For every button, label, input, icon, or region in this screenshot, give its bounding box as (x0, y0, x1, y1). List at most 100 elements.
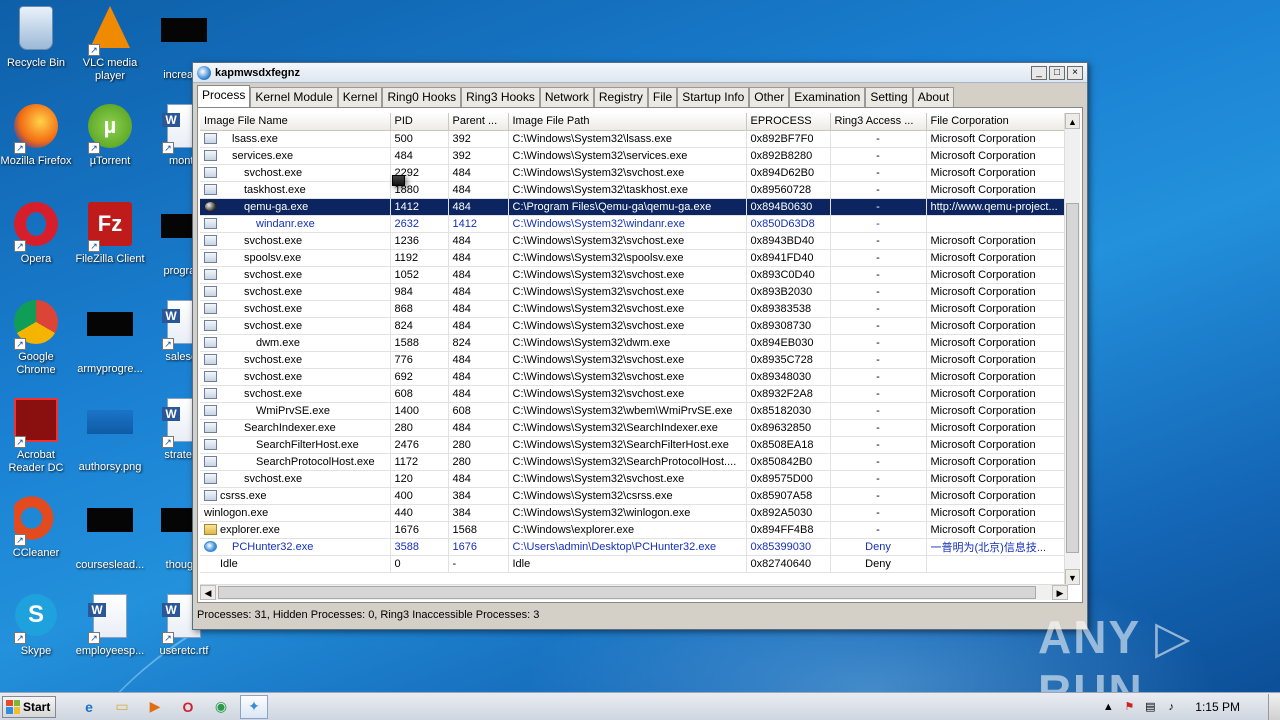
process-row[interactable]: svchost.exe 824 484 C:\Windows\System32\svc… (200, 317, 1068, 335)
scroll-right-icon[interactable]: ▶ (1052, 585, 1068, 600)
window-titlebar[interactable]: kapmwsdxfegnz _ □ × (193, 63, 1087, 83)
desktop-icon[interactable]: courseslead... (72, 496, 148, 572)
column-header[interactable]: Parent ... (448, 113, 509, 131)
desktop-icon-label: VLC media player (82, 57, 138, 82)
taskbar-ie-icon[interactable]: e (75, 695, 103, 719)
maximize-button[interactable]: □ (1049, 65, 1065, 80)
process-row[interactable]: svchost.exe 776 484 C:\Windows\System32\svc… (200, 351, 1068, 369)
tab-examination[interactable]: Examination (789, 87, 866, 107)
column-header[interactable]: Image File Path (508, 113, 747, 131)
process-name: SearchIndexer.exe (244, 421, 336, 434)
taskbar-pchunter-icon[interactable]: ✦ (240, 694, 268, 719)
tab-other[interactable]: Other (749, 87, 790, 107)
scroll-up-icon[interactable]: ▲ (1065, 113, 1080, 129)
column-header[interactable]: File Corporation (926, 113, 1068, 131)
process-row[interactable]: svchost.exe 608 484 C:\Windows\System32\svc… (200, 385, 1068, 403)
taskbar-opera-icon[interactable]: O (174, 695, 202, 719)
process-row[interactable]: spoolsv.exe 1192 484 C:\Windows\System32\sp… (200, 249, 1068, 267)
process-row[interactable]: WmiPrvSE.exe 1400 608 C:\Windows\System32\w… (200, 402, 1068, 420)
tray-expand-icon[interactable]: ▲ (1101, 700, 1115, 714)
black-file-icon (86, 312, 134, 360)
cell-pid: 1400 (390, 402, 449, 420)
desktop-icon[interactable]: µ ↗ µTorrent (72, 104, 148, 168)
cell-eproc: 0x89383538 (746, 300, 831, 318)
tab-process[interactable]: Process (197, 85, 251, 107)
tab-kernel[interactable]: Kernel (337, 87, 383, 107)
desktop-icon[interactable]: armyprogre... (72, 300, 148, 376)
desktop-icon[interactable]: ↗ VLC media player (72, 6, 148, 83)
cell-corp: http://www.qemu-project... (926, 198, 1068, 216)
clock[interactable]: 1:15 PM (1195, 700, 1240, 714)
cell-pid: 824 (390, 317, 449, 335)
process-row[interactable]: dwm.exe 1588 824 C:\Windows\System32\dwm.ex… (200, 334, 1068, 352)
minimize-button[interactable]: _ (1031, 65, 1047, 80)
tab-kernel-module[interactable]: Kernel Module (250, 87, 338, 107)
taskbar-explorer-icon[interactable]: ▭ (108, 695, 136, 719)
process-row[interactable]: SearchFilterHost.exe 2476 280 C:\Windows\Sy… (200, 436, 1068, 454)
hscroll-thumb[interactable] (218, 586, 1036, 599)
desktop-icon[interactable]: Recycle Bin (0, 6, 74, 70)
cell-path: C:\Program Files\Qemu-ga\qemu-ga.exe (508, 198, 747, 216)
desktop-icon[interactable]: authorsy.png (72, 398, 148, 474)
process-row[interactable]: svchost.exe 2292 484 C:\Windows\System32\sv… (200, 164, 1068, 182)
tab-startup-info[interactable]: Startup Info (677, 87, 750, 107)
scroll-down-icon[interactable]: ▼ (1065, 569, 1080, 585)
horizontal-scrollbar[interactable]: ◀ ▶ (200, 584, 1068, 600)
process-row[interactable]: svchost.exe 1236 484 C:\Windows\System32\sv… (200, 232, 1068, 250)
desktop-icon[interactable]: W ↗ employeesp... (72, 594, 148, 658)
taskbar-media-player-icon[interactable]: ▶ (141, 695, 169, 719)
process-row[interactable]: qemu-ga.exe 1412 484 C:\Program Files\Qemu-… (200, 198, 1068, 216)
desktop-icon[interactable]: ↗ Google Chrome (0, 300, 74, 377)
process-row[interactable]: svchost.exe 984 484 C:\Windows\System32\svc… (200, 283, 1068, 301)
shortcut-arrow-icon: ↗ (14, 338, 26, 350)
show-desktop-button[interactable] (1268, 693, 1280, 720)
cell-name: services.exe (200, 147, 391, 165)
taskbar-chrome-icon[interactable]: ◉ (207, 695, 235, 719)
close-button[interactable]: × (1067, 65, 1083, 80)
network-icon[interactable]: ▤ (1143, 700, 1157, 714)
scroll-thumb[interactable] (1066, 203, 1079, 553)
tab-setting[interactable]: Setting (865, 87, 913, 107)
process-row[interactable]: svchost.exe 120 484 C:\Windows\System32\svc… (200, 470, 1068, 488)
process-row[interactable]: PCHunter32.exe 3588 1676 C:\Users\admin\Des… (200, 538, 1068, 556)
tab-ring3-hooks[interactable]: Ring3 Hooks (461, 87, 540, 107)
tab-registry[interactable]: Registry (593, 87, 648, 107)
desktop-icon[interactable]: ↗ Mozilla Firefox (0, 104, 74, 168)
column-header[interactable]: Ring3 Access ... (830, 113, 927, 131)
column-header[interactable]: EPROCESS (746, 113, 831, 131)
process-row[interactable]: svchost.exe 1052 484 C:\Windows\System32\sv… (200, 266, 1068, 284)
process-row[interactable]: services.exe 484 392 C:\Windows\System32\se… (200, 147, 1068, 165)
tab-network[interactable]: Network (539, 87, 594, 107)
start-button[interactable]: Start (2, 695, 56, 718)
process-row[interactable]: SearchProtocolHost.exe 1172 280 C:\Windows\… (200, 453, 1068, 471)
scroll-left-icon[interactable]: ◀ (200, 585, 216, 600)
desktop-icon[interactable]: ↗ CCleaner (0, 496, 74, 560)
column-header[interactable]: PID (390, 113, 449, 131)
vertical-scrollbar[interactable]: ▲ ▼ (1064, 113, 1080, 585)
process-row[interactable]: SearchIndexer.exe 280 484 C:\Windows\System… (200, 419, 1068, 437)
desktop-icon[interactable]: ↗ Acrobat Reader DC (0, 398, 74, 475)
desktop-icon[interactable]: S ↗ Skype (0, 594, 74, 658)
process-name: svchost.exe (244, 353, 303, 366)
process-row[interactable]: taskhost.exe 1880 484 C:\Windows\System32\t… (200, 181, 1068, 199)
process-row[interactable]: csrss.exe 400 384 C:\Windows\System32\csrss… (200, 487, 1068, 505)
tab-ring0-hooks[interactable]: Ring0 Hooks (382, 87, 462, 107)
cell-pid: 484 (390, 147, 449, 165)
tab-file[interactable]: File (647, 87, 678, 107)
desktop-icon[interactable]: ↗ Opera (0, 202, 74, 266)
desktop-icon[interactable]: Fz ↗ FileZilla Client (72, 202, 148, 266)
tab-about[interactable]: About (912, 87, 955, 107)
black-file-icon (160, 18, 208, 66)
process-row[interactable]: svchost.exe 868 484 C:\Windows\System32\svc… (200, 300, 1068, 318)
process-row[interactable]: lsass.exe 500 392 C:\Windows\System32\lsass… (200, 130, 1068, 148)
shortcut-arrow-icon: ↗ (162, 632, 174, 644)
action-center-icon[interactable]: ⚑ (1122, 700, 1136, 714)
volume-icon[interactable]: ♪ (1164, 700, 1178, 714)
process-row[interactable]: winlogon.exe 440 384 C:\Windows\System32\wi… (200, 175, 1068, 522)
process-row[interactable]: Idle 0- Idle 0x82740640 Deny (200, 555, 1068, 573)
process-row[interactable]: explorer.exe 1676 1568 C:\Windows\explorer.… (200, 521, 1068, 539)
process-row[interactable]: windanr.exe 2632 1412 C:\Windows\System32\w… (200, 215, 1068, 233)
process-row[interactable]: svchost.exe 692 484 C:\Windows\System32\svc… (200, 368, 1068, 386)
cell-corp: Microsoft Corporation (926, 232, 1068, 250)
column-header[interactable]: Image File Name (200, 113, 391, 131)
